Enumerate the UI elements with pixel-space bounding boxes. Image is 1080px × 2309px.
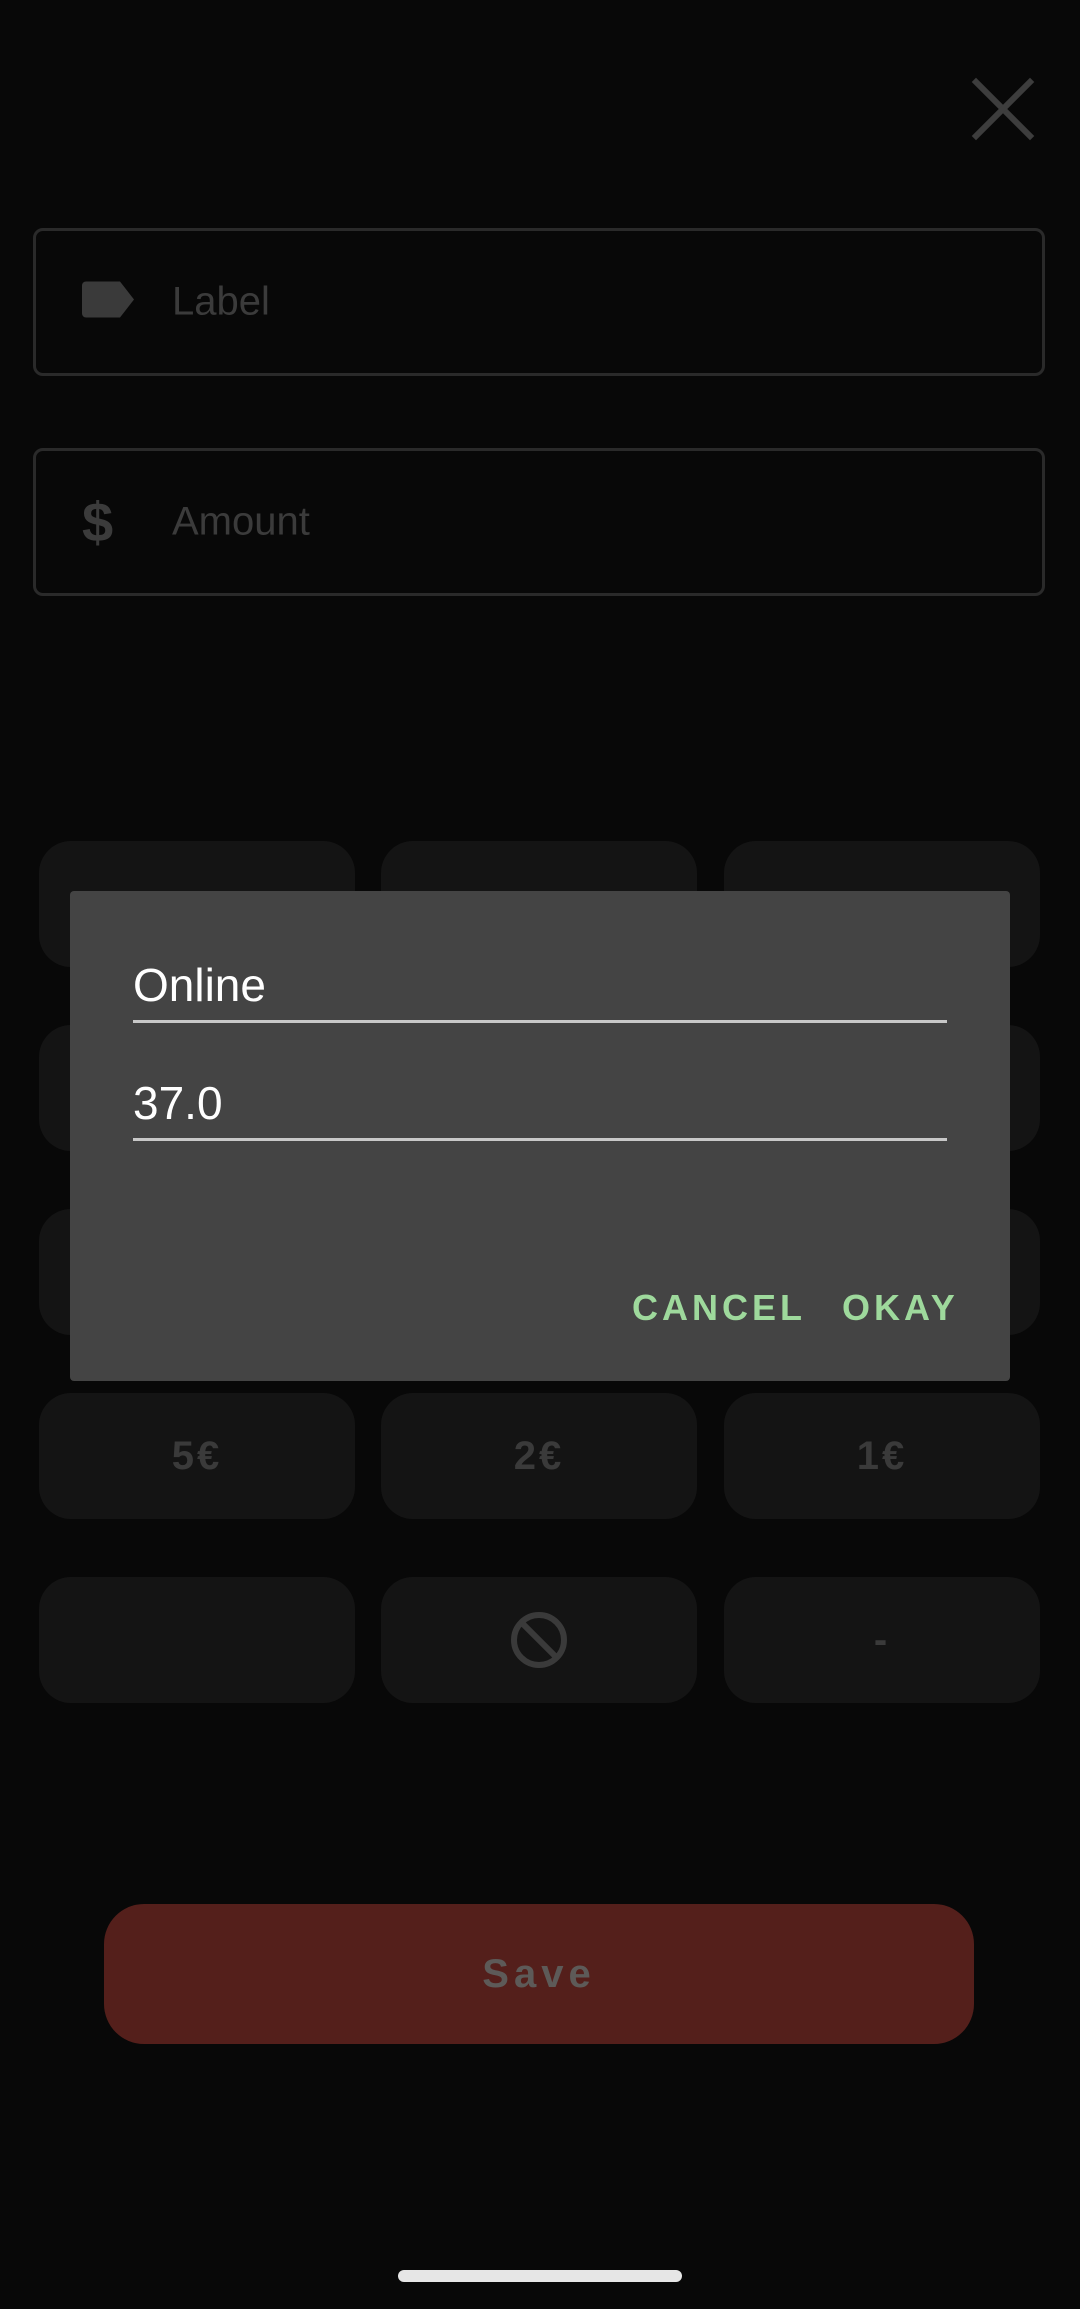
keypad-key-blank[interactable] [39, 1577, 355, 1703]
close-icon [971, 77, 1035, 141]
key-1-euro[interactable]: 1€ [724, 1393, 1040, 1519]
label-placeholder: Label [172, 279, 270, 324]
block-icon [511, 1612, 567, 1668]
amount-placeholder: Amount [172, 499, 310, 544]
cancel-button[interactable]: CANCEL [632, 1287, 806, 1329]
close-button[interactable] [960, 66, 1046, 152]
dollar-icon: $ [82, 490, 114, 554]
save-button[interactable]: Save [104, 1904, 974, 2044]
clear-key[interactable] [381, 1577, 697, 1703]
edit-dialog: Online 37.0 CANCEL OKAY [70, 891, 1010, 1381]
add-entry-screen: Label $ Amount 5€ 2€ 1€ - Save Online 37… [0, 0, 1080, 2309]
dialog-amount-value: 37.0 [133, 1077, 223, 1129]
key-5-euro[interactable]: 5€ [39, 1393, 355, 1519]
dialog-name-value: Online [133, 959, 266, 1011]
label-tag-icon [82, 281, 134, 323]
key-2-euro[interactable]: 2€ [381, 1393, 697, 1519]
home-indicator[interactable] [398, 2270, 682, 2282]
okay-button[interactable]: OKAY [842, 1287, 959, 1329]
label-field[interactable]: Label [33, 228, 1045, 376]
amount-field[interactable]: $ Amount [33, 448, 1045, 596]
dialog-name-field[interactable]: Online [133, 950, 947, 1023]
minus-key[interactable]: - [724, 1577, 1040, 1703]
dialog-amount-field[interactable]: 37.0 [133, 1068, 947, 1141]
